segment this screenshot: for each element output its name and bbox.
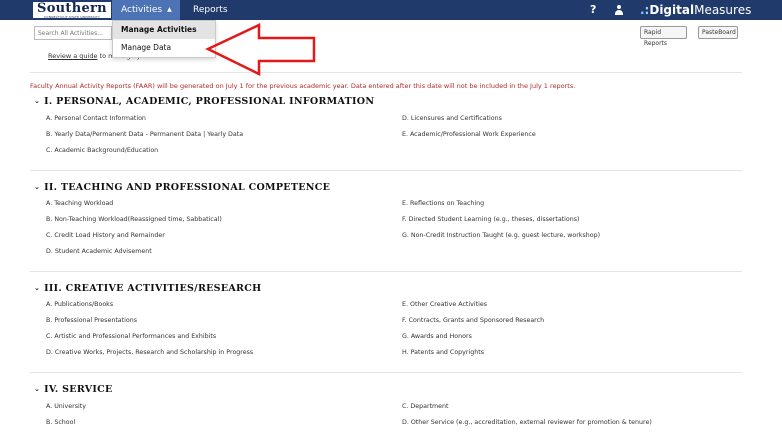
divider xyxy=(30,372,742,373)
red-arrow-annotation xyxy=(205,23,316,77)
caret-up-icon: ▲ xyxy=(167,6,172,13)
list-item[interactable]: F. Directed Student Learning (e.g., thes… xyxy=(402,216,579,223)
list-item[interactable]: E. Other Creative Activities xyxy=(402,301,487,308)
list-item[interactable]: C. Credit Load History and Remainder xyxy=(46,232,165,239)
top-nav-bar: Southern CONNECTICUT STATE UNIVERSITY Ac… xyxy=(0,0,782,20)
list-item[interactable]: A. Publications/Books xyxy=(46,301,113,308)
list-item[interactable]: D. Other Service (e.g., accreditation, e… xyxy=(402,419,652,426)
list-item[interactable]: E. Reflections on Teaching xyxy=(402,200,484,207)
activities-dropdown: Manage Activities Manage Data xyxy=(112,20,216,58)
chevron-down-icon: ⌄ xyxy=(34,284,41,292)
list-item[interactable]: H. Patents and Copyrights xyxy=(402,349,484,356)
digital-measures-logo: .:DigitalMeasures xyxy=(640,3,752,17)
pasteboard-button[interactable]: PasteBoard xyxy=(698,26,738,39)
section-service[interactable]: ⌄ IV. SERVICE xyxy=(34,384,113,395)
activities-menu-button[interactable]: Activities ▲ xyxy=(112,0,180,20)
reports-menu-button[interactable]: Reports xyxy=(193,0,228,20)
user-icon[interactable] xyxy=(614,4,624,16)
list-item[interactable]: C. Academic Background/Education xyxy=(46,147,158,154)
review-guide-link[interactable]: Review a guide xyxy=(48,52,97,60)
faar-notice: Faculty Annual Activity Reports (FAAR) w… xyxy=(30,82,576,90)
list-item[interactable]: E. Academic/Professional Work Experience xyxy=(402,131,536,138)
divider xyxy=(30,271,742,272)
list-item[interactable]: B. Professional Presentations xyxy=(46,317,137,324)
list-item[interactable]: C. Department xyxy=(402,403,449,410)
logo-subtext: CONNECTICUT STATE UNIVERSITY xyxy=(43,15,101,19)
list-item[interactable]: D. Student Academic Advisement xyxy=(46,248,152,255)
chevron-down-icon: ⌄ xyxy=(34,97,41,105)
rapid-reports-button[interactable]: Rapid Reports xyxy=(640,26,687,47)
university-logo[interactable]: Southern CONNECTICUT STATE UNIVERSITY xyxy=(32,1,112,19)
list-item[interactable]: C. Artistic and Professional Performance… xyxy=(46,333,216,340)
divider xyxy=(30,170,742,171)
list-item[interactable]: G. Awards and Honors xyxy=(402,333,472,340)
section-teaching[interactable]: ⌄ II. TEACHING AND PROFESSIONAL COMPETENC… xyxy=(34,182,330,193)
list-item[interactable]: B. School xyxy=(46,419,75,426)
help-icon[interactable]: ? xyxy=(590,0,596,20)
list-item[interactable]: G. Non-Credit Instruction Taught (e.g. g… xyxy=(402,232,600,239)
chevron-down-icon: ⌄ xyxy=(34,183,41,191)
chevron-down-icon: ⌄ xyxy=(34,385,41,393)
activities-label: Activities xyxy=(121,5,163,15)
list-item[interactable]: B. Yearly Data/Permanent Data - Permanen… xyxy=(46,131,243,138)
list-item[interactable]: D. Creative Works, Projects, Research an… xyxy=(46,349,253,356)
list-item[interactable]: F. Contracts, Grants and Sponsored Resea… xyxy=(402,317,544,324)
list-item[interactable]: A. University xyxy=(46,403,86,410)
list-item[interactable]: B. Non-Teaching Workload(Reassigned time… xyxy=(46,216,222,223)
logo-text: Southern xyxy=(37,1,107,16)
menu-item-manage-data[interactable]: Manage Data xyxy=(113,39,215,57)
list-item[interactable]: D. Licensures and Certifications xyxy=(402,115,502,122)
list-item[interactable]: A. Personal Contact Information xyxy=(46,115,146,122)
search-activities-input[interactable] xyxy=(34,26,112,40)
menu-item-manage-activities[interactable]: Manage Activities xyxy=(113,21,215,39)
list-item[interactable]: A. Teaching Workload xyxy=(46,200,113,207)
section-personal-academic[interactable]: ⌄ I. PERSONAL, ACADEMIC, PROFESSIONAL INF… xyxy=(34,96,374,107)
divider xyxy=(30,72,742,73)
section-creative-research[interactable]: ⌄ III. CREATIVE ACTIVITIES/RESEARCH xyxy=(34,283,261,294)
